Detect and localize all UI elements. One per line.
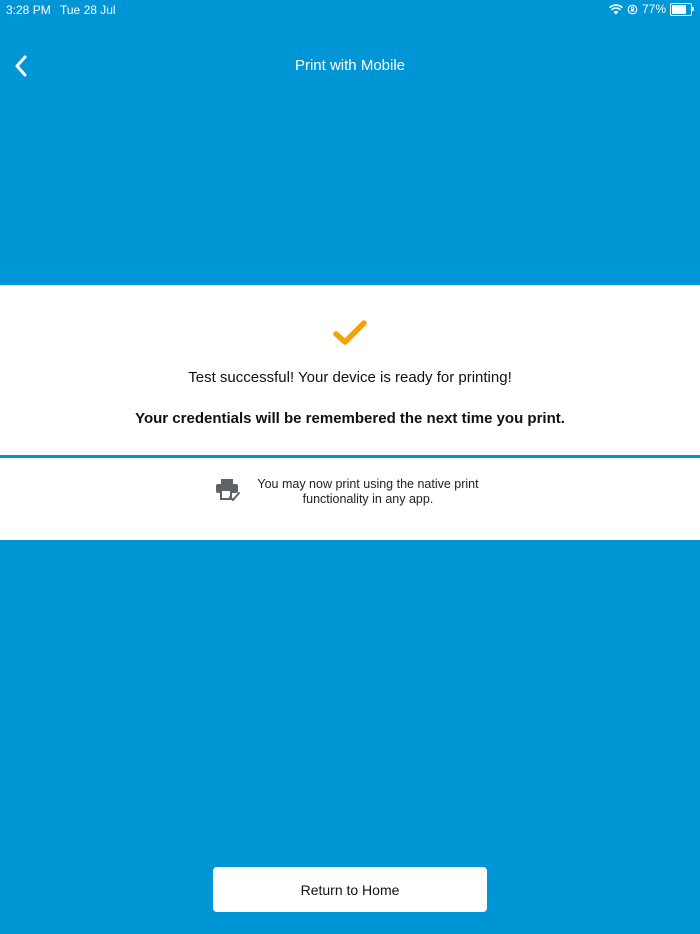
- status-bar: 3:28 PM Tue 28 Jul 77%: [0, 0, 700, 20]
- result-panel: Test successful! Your device is ready fo…: [0, 285, 700, 455]
- credentials-note: Your credentials will be remembered the …: [135, 410, 565, 427]
- battery-level: [672, 4, 686, 14]
- status-time: 3:28 PM: [6, 3, 51, 17]
- print-info-text: You may now print using the native print…: [257, 477, 479, 506]
- checkmark-icon: [333, 320, 367, 345]
- orientation-lock-icon: [627, 4, 638, 14]
- return-home-button[interactable]: Return to Home: [213, 867, 487, 912]
- info-panel: You may now print using the native print…: [0, 458, 700, 540]
- success-message: Test successful! Your device is ready fo…: [188, 369, 512, 386]
- page-title: Print with Mobile: [294, 57, 406, 74]
- battery-icon: [670, 2, 694, 16]
- printer-check-icon: [216, 479, 240, 501]
- battery-percent: 77%: [641, 2, 666, 16]
- wifi-icon: [609, 3, 623, 14]
- status-indicators: 77%: [609, 2, 694, 16]
- nav-bar: Print with Mobile: [0, 44, 700, 88]
- status-date: Tue 28 Jul: [60, 3, 116, 17]
